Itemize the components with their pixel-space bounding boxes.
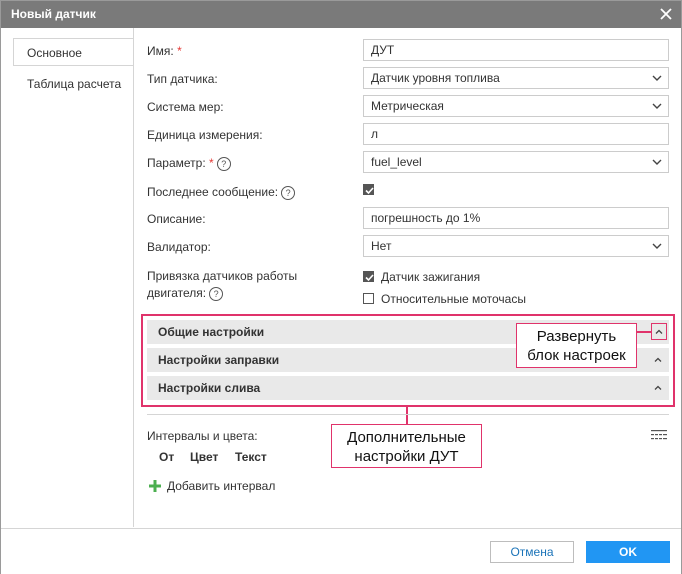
table-grid-icon[interactable] [651,429,667,441]
cancel-button[interactable]: Отмена [490,541,574,563]
intervals-label: Интервалы и цвета: [147,429,258,443]
callout-expand-line2: блок настроек [527,347,626,364]
column-header-color: Цвет [190,450,219,464]
help-icon[interactable]: ? [281,185,296,200]
validator-select[interactable]: Нет [363,235,669,257]
unit-input[interactable]: л [363,123,669,145]
required-marker: * [209,156,214,170]
measurement-system-value: Метрическая [371,99,444,113]
parameter-label: Параметр: *? [147,156,231,171]
last-message-checkbox[interactable] [363,184,374,195]
callout-extra-settings: Дополнительные настройки ДУТ [331,424,482,468]
name-label: Имя: * [147,44,182,58]
validator-value: Нет [371,239,392,253]
sidebar: Основное Таблица расчета [1,28,134,527]
chevron-down-icon [652,75,662,81]
dialog-title: Новый датчик [11,7,96,21]
chevron-up-icon[interactable] [654,385,662,390]
plus-icon [149,480,161,492]
callout-extra-line2: настройки ДУТ [354,448,459,465]
add-interval-label: Добавить интервал [167,479,276,493]
unit-label: Единица измерения: [147,128,263,142]
name-input[interactable]: ДУТ [363,39,669,61]
dialog-footer: Отмена OK [1,528,681,574]
engine-binding-label-line2: двигателя:? [147,286,224,301]
help-icon[interactable]: ? [216,156,231,171]
help-icon[interactable]: ? [209,286,224,301]
dialog-titlebar: Новый датчик [1,1,681,28]
callout-expand: Развернуть блок настроек [516,323,637,368]
engine-binding-label-line1: Привязка датчиков работы [147,269,298,283]
section-drain-settings[interactable]: Настройки слива [147,376,669,400]
close-icon[interactable] [659,7,673,21]
description-input[interactable]: погрешность до 1% [363,207,669,229]
measurement-system-label: Система мер: [147,100,224,114]
tab-main[interactable]: Основное [13,38,133,66]
callout-connector [637,331,651,333]
relative-engine-hours-checkbox[interactable] [363,293,374,304]
chevron-up-icon [655,329,663,334]
new-sensor-dialog: Новый датчик Основное Таблица расчета Им… [0,0,682,574]
parameter-select[interactable]: fuel_level [363,151,669,173]
ignition-sensor-checkbox[interactable] [363,271,374,282]
tab-calculation-table[interactable]: Таблица расчета [27,70,121,98]
column-header-text: Текст [235,450,267,464]
ignition-sensor-label: Датчик зажигания [381,270,481,284]
callout-extra-line1: Дополнительные [347,429,466,446]
section-title: Настройки слива [158,381,261,395]
chevron-down-icon [652,159,662,165]
required-marker: * [177,44,182,58]
measurement-system-select[interactable]: Метрическая [363,95,669,117]
callout-expand-line1: Развернуть [536,328,617,345]
section-title: Настройки заправки [158,353,280,367]
column-header-from: От [159,450,175,464]
checkmark-icon [365,187,374,195]
chevron-down-icon [652,103,662,109]
validator-label: Валидатор: [147,240,211,254]
sensor-type-value: Датчик уровня топлива [371,71,500,85]
chevron-up-icon[interactable] [654,357,662,362]
ok-button[interactable]: OK [586,541,670,563]
description-label: Описание: [147,212,206,226]
expand-chevron-highlight[interactable] [651,323,667,340]
last-message-label: Последнее сообщение:? [147,185,296,200]
callout-connector [406,407,408,425]
section-title: Общие настройки [158,325,265,339]
sensor-type-select[interactable]: Датчик уровня топлива [363,67,669,89]
sensor-type-label: Тип датчика: [147,72,218,86]
parameter-value: fuel_level [371,155,422,169]
chevron-down-icon [652,243,662,249]
relative-engine-hours-label: Относительные моточасы [381,292,526,306]
divider [147,414,669,415]
checkmark-icon [365,274,374,282]
add-interval-button[interactable]: Добавить интервал [149,479,275,493]
